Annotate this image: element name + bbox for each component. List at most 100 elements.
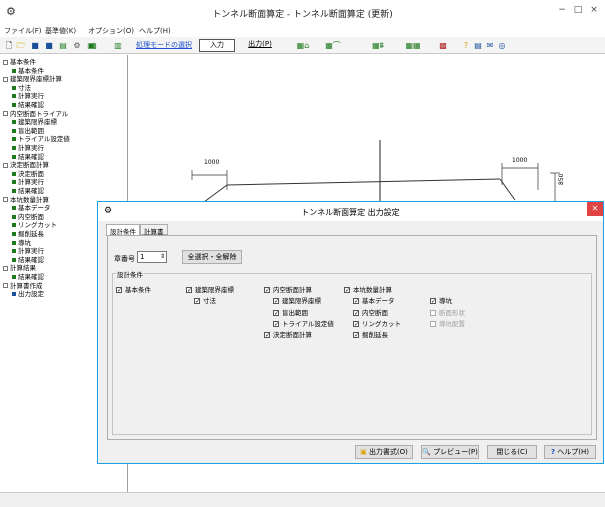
save-as-icon[interactable]: ■ [44, 40, 54, 51]
checkbox-item[interactable]: ✓ 内空断面計算 [264, 286, 312, 294]
tree-item[interactable]: 計算実行 [12, 247, 44, 255]
tree-item[interactable]: 結果確認 [12, 153, 44, 161]
menu-option[interactable]: オプション(O) [88, 26, 134, 36]
checkbox-box[interactable]: ✓ [264, 287, 270, 294]
tree-item[interactable]: 基本データ [12, 204, 51, 212]
menu-standard[interactable]: 基準値(K) [45, 26, 76, 36]
tree-label: 内空断面トライアル [10, 109, 69, 118]
output-mode-tab[interactable]: 出力(P) [240, 39, 280, 52]
checkbox-box[interactable]: ✓ [344, 287, 350, 294]
checkbox-item[interactable]: ✓ 本坑数量計算 [344, 286, 392, 294]
excavation-view-icon[interactable]: ▦▦ [402, 40, 424, 51]
tree-item[interactable]: 導坑 [12, 239, 31, 247]
dialog-close-button[interactable]: ✕ [587, 202, 603, 216]
tree-item[interactable]: 結果確認 [12, 101, 44, 109]
checkbox-item[interactable]: ✓ 内空断面 [353, 309, 388, 317]
help-button[interactable]: ? ヘルプ(H) [544, 445, 596, 459]
tree-item[interactable]: 結果確認 [12, 256, 44, 264]
minimize-button[interactable]: − [554, 4, 570, 16]
checkbox-item[interactable]: ✓ 基本条件 [116, 286, 151, 294]
checkbox-box[interactable]: ✓ [353, 332, 359, 339]
tree-item[interactable]: 計算実行 [12, 178, 44, 186]
item-icon [12, 275, 16, 279]
checkbox-box[interactable]: ✓ [273, 298, 279, 305]
checkbox-box[interactable]: ✓ [353, 321, 359, 328]
tree-item[interactable]: 結果確認 [12, 187, 44, 195]
settings-icon[interactable]: ⚙ [72, 40, 82, 51]
tree-item[interactable]: 寸法 [12, 84, 31, 92]
tree-group[interactable]: 基本条件 [3, 58, 36, 66]
tree-item[interactable]: 結果確認 [12, 273, 44, 281]
checkbox-box[interactable]: ✓ [186, 287, 192, 294]
checkbox-box[interactable]: ✓ [264, 332, 270, 339]
tree-item[interactable]: 計算実行 [12, 92, 44, 100]
tree-group[interactable]: 建築限界座標計算 [3, 75, 62, 83]
new-icon[interactable]: 🗋 [4, 40, 14, 51]
tree-item[interactable]: 基本条件 [12, 67, 44, 75]
tree-item[interactable]: 建築限界座標 [12, 118, 57, 126]
chart-icon[interactable]: ▥ [112, 40, 124, 51]
grid-icon[interactable]: ▦ [88, 40, 98, 51]
checkbox-label: 掘削延長 [362, 331, 388, 339]
expand-icon [3, 265, 8, 271]
preview-button[interactable]: 🔍 プレビュー(P) [421, 445, 479, 459]
checkbox-item[interactable]: ✓ 基本データ [353, 297, 395, 305]
chapter-number-input[interactable]: 1 ⇕ [137, 251, 167, 263]
tree-item[interactable]: リングカット [12, 221, 57, 229]
input-mode-tab[interactable]: 入力 [199, 39, 235, 52]
save-icon[interactable]: ■ [30, 40, 40, 51]
output-format-button[interactable]: ▣ 出力書式(O) [355, 445, 413, 459]
web-icon[interactable]: ◎ [497, 40, 507, 51]
tree-item[interactable]: トライアル設定値 [12, 135, 70, 143]
tree-group[interactable]: 決定断面計算 [3, 161, 49, 169]
tree-group[interactable]: 計算書作成 [3, 282, 43, 290]
checkbox-item[interactable]: ✓ トライアル設定値 [273, 320, 334, 328]
close-window-button[interactable]: × [586, 4, 602, 16]
tree-item[interactable]: 計算実行 [12, 144, 44, 152]
checkbox-box[interactable]: ✓ [273, 321, 279, 328]
checkbox-item[interactable]: ✓ 決定断面計算 [264, 331, 312, 339]
tree-group[interactable]: 内空断面トライアル [3, 110, 68, 118]
section-view-icon[interactable]: ▦⌒ [322, 40, 344, 51]
tunnel-view-icon[interactable]: ▦⌂ [292, 40, 314, 51]
checkbox-item[interactable]: ✓ 導坑 [430, 297, 452, 305]
list-icon[interactable]: ▤ [58, 40, 68, 51]
help-icon[interactable]: ? [461, 40, 471, 51]
checkbox-item[interactable]: ✓ 寸法 [194, 297, 216, 305]
checkbox-box[interactable]: ✓ [194, 298, 200, 305]
road-view-icon[interactable]: ▦⩩ [366, 40, 390, 51]
checkbox-box[interactable]: ✓ [353, 310, 359, 317]
open-icon[interactable]: 🗁 [16, 40, 26, 51]
report-icon[interactable]: ▤ [473, 40, 483, 51]
menu-help[interactable]: ヘルプ(H) [139, 26, 171, 36]
chapter-number-label: 章番号 [114, 255, 135, 263]
tree-item[interactable]: 決定断面 [12, 170, 44, 178]
checkbox-box[interactable]: ✓ [353, 298, 359, 305]
spin-arrows-icon[interactable]: ⇕ [160, 252, 165, 262]
close-button[interactable]: 閉じる(C) [487, 445, 537, 459]
tree-item[interactable]: 盲出範囲 [12, 127, 44, 135]
tree-item[interactable]: 内空断面 [12, 213, 44, 221]
checkbox-item[interactable]: ✓ 盲出範囲 [273, 309, 308, 317]
tree-label: 計算実行 [18, 247, 44, 256]
tree-item[interactable]: 出力設定 [12, 290, 44, 298]
tab-report[interactable]: 計算書 [140, 224, 168, 236]
checkbox-box[interactable]: ✓ [430, 298, 436, 305]
item-icon [12, 223, 16, 228]
tree-item[interactable]: 掘削延長 [12, 230, 44, 238]
menu-file[interactable]: ファイル(F) [4, 26, 42, 36]
checkbox-item[interactable]: ✓ リングカット [353, 320, 401, 328]
tree-group[interactable]: 計算結果 [3, 264, 36, 272]
checkbox-box[interactable]: ✓ [116, 287, 122, 294]
tree-group[interactable]: 本坑数量計算 [3, 196, 49, 204]
mail-icon[interactable]: ✉ [485, 40, 495, 51]
checkbox-label: リングカット [362, 320, 401, 328]
calc-icon[interactable]: ▩ [437, 40, 449, 51]
checkbox-item[interactable]: ✓ 建築限界座標 [186, 286, 234, 294]
preview-label: プレビュー(P) [433, 448, 478, 456]
maximize-button[interactable]: □ [570, 4, 586, 16]
checkbox-item[interactable]: ✓ 建築限界座標 [273, 297, 321, 305]
checkbox-box[interactable]: ✓ [273, 310, 279, 317]
select-all-button[interactable]: 全選択・全解除 [182, 250, 242, 264]
checkbox-item[interactable]: ✓ 掘削延長 [353, 331, 388, 339]
